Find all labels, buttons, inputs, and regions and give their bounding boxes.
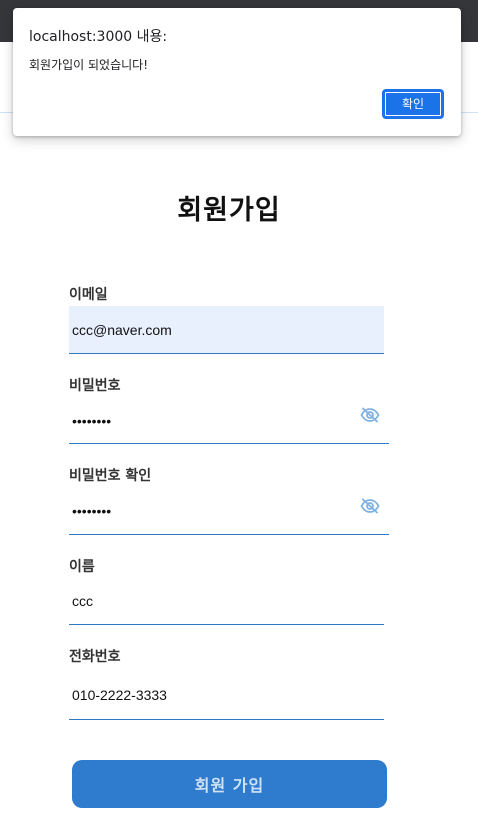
password-confirm-input[interactable]	[69, 488, 389, 535]
alert-message: 회원가입이 되었습니다!	[29, 58, 149, 72]
email-input[interactable]	[69, 306, 384, 354]
signup-submit-button[interactable]: 회원 가입	[72, 760, 387, 808]
name-label: 이름	[69, 559, 95, 575]
phone-label: 전화번호	[69, 649, 121, 665]
password-input[interactable]	[69, 398, 389, 444]
password-confirm-label: 비밀번호 확인	[69, 468, 152, 484]
password-label: 비밀번호	[69, 378, 121, 394]
name-input[interactable]	[69, 578, 384, 625]
alert-title: localhost:3000 내용:	[29, 29, 168, 45]
phone-input[interactable]	[69, 670, 384, 720]
alert-ok-button[interactable]: 확인	[382, 89, 444, 119]
alert-dialog: localhost:3000 내용: 회원가입이 되었습니다! 확인	[13, 8, 461, 136]
page-title: 회원가입	[177, 195, 281, 226]
eye-slash-icon[interactable]	[360, 407, 380, 423]
eye-slash-icon[interactable]	[360, 498, 380, 514]
email-label: 이메일	[69, 287, 108, 303]
